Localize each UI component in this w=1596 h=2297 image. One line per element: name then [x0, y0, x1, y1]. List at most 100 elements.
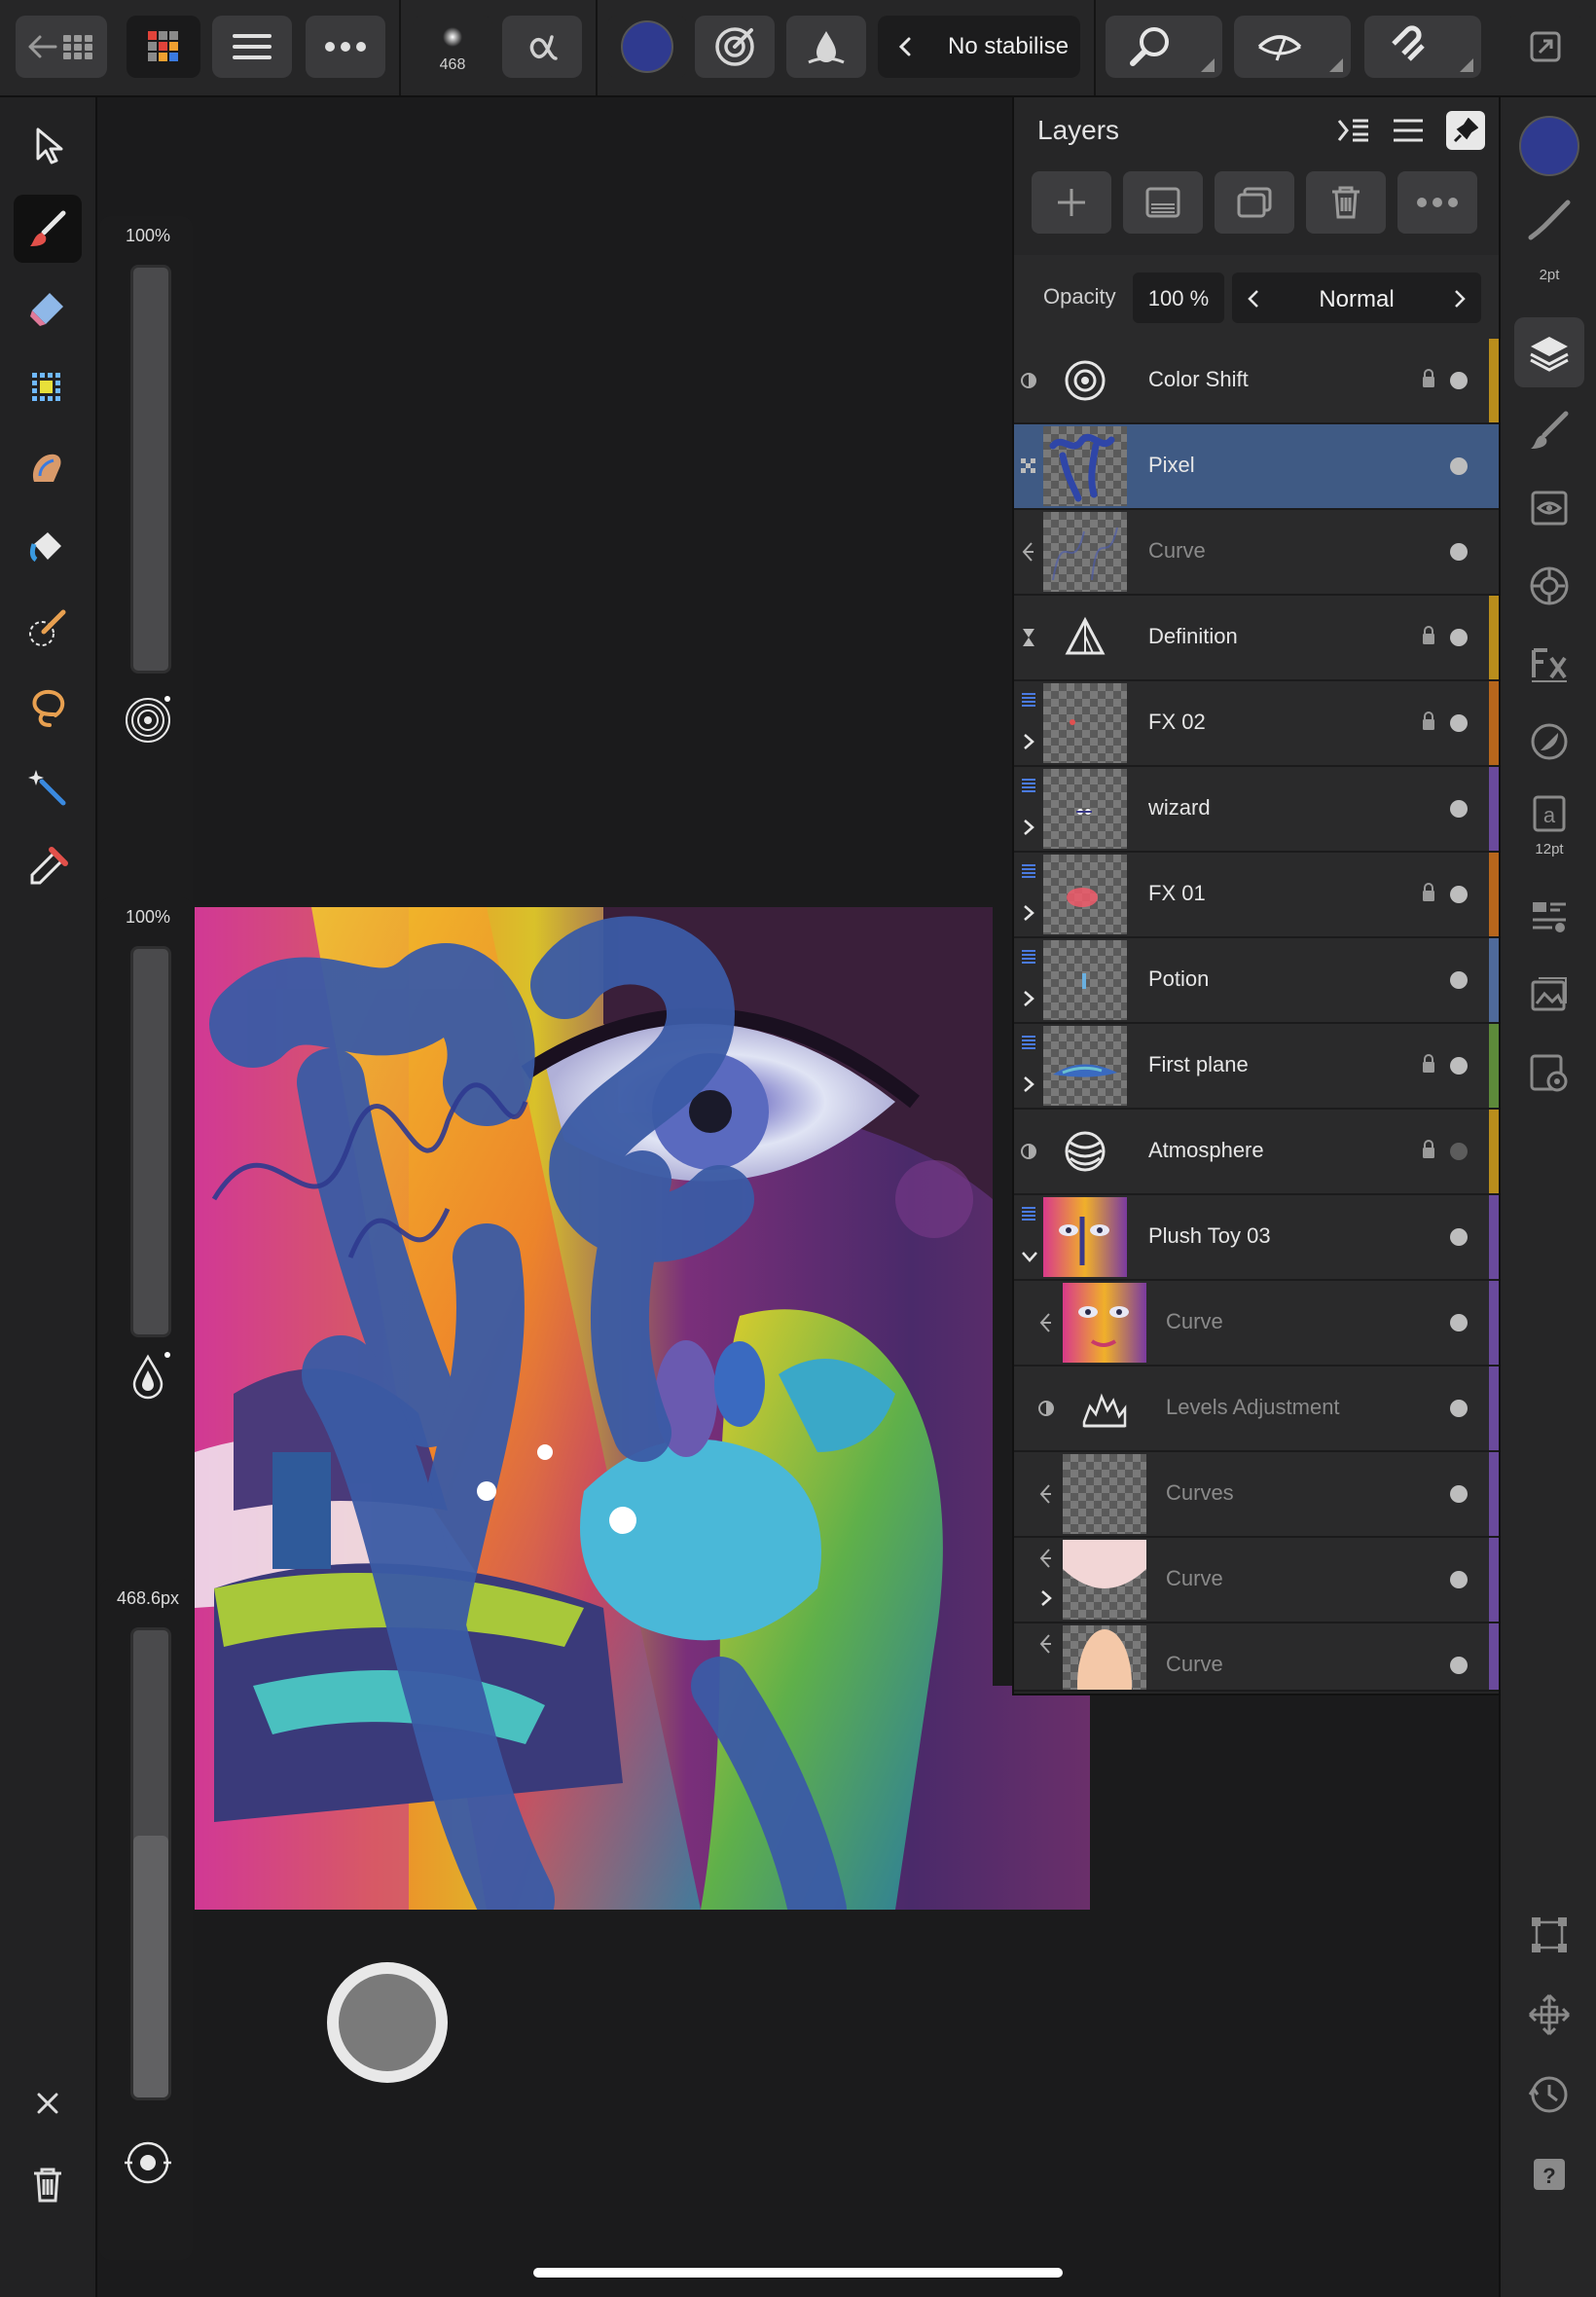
history-panel-button[interactable] [1514, 2060, 1584, 2130]
layer-row[interactable]: Levels Adjustment [1014, 1367, 1501, 1452]
pressure-icon[interactable] [123, 2137, 173, 2188]
visibility-toggle[interactable] [1450, 886, 1468, 903]
freehand-selection-tool[interactable] [14, 674, 82, 742]
layer-row[interactable]: FX 01 [1014, 853, 1501, 938]
more-button[interactable] [306, 16, 385, 78]
layers-panel-button[interactable] [1514, 317, 1584, 387]
assistant-button[interactable] [1234, 16, 1351, 78]
visibility-toggle[interactable] [1450, 1400, 1468, 1417]
expand-chevron-icon[interactable] [1020, 989, 1037, 1008]
lock-icon[interactable] [1421, 368, 1436, 389]
macros-panel-button[interactable] [1514, 1038, 1584, 1108]
persona-switch-button[interactable] [127, 16, 200, 78]
layer-row[interactable]: Curve [1014, 1623, 1501, 1692]
blend-mode-select[interactable]: Normal [1232, 273, 1481, 323]
lock-icon[interactable] [1421, 882, 1436, 903]
add-mask-button[interactable] [1123, 171, 1203, 234]
layer-row[interactable]: First plane [1014, 1024, 1501, 1110]
expand-chevron-icon[interactable] [1020, 903, 1037, 923]
move-tool[interactable] [14, 111, 82, 179]
layer-row[interactable]: Curves [1014, 1452, 1501, 1538]
erase-brush-tool[interactable] [14, 274, 82, 343]
brush-options-button[interactable] [502, 16, 582, 78]
visibility-toggle[interactable] [1450, 543, 1468, 561]
flow-drop-icon[interactable] [123, 1351, 173, 1402]
opacity-field[interactable]: 100 % [1133, 273, 1224, 323]
layer-row[interactable]: Curve [1014, 510, 1501, 596]
visibility-toggle[interactable] [1450, 1143, 1468, 1160]
lock-icon[interactable] [1421, 1053, 1436, 1075]
opacity-slider[interactable] [130, 265, 171, 674]
layer-more-button[interactable] [1397, 171, 1477, 234]
layer-row[interactable]: FX 02 [1014, 681, 1501, 767]
fx-panel-button[interactable] [1514, 629, 1584, 699]
back-to-gallery-button[interactable] [16, 16, 107, 78]
styles-panel-button[interactable] [1514, 707, 1584, 777]
wet-paint-button[interactable] [786, 16, 866, 78]
magic-wand-tool[interactable] [14, 753, 82, 821]
zoom-tool-button[interactable] [1106, 16, 1222, 78]
visibility-toggle[interactable] [1450, 629, 1468, 646]
stabiliser-dropdown[interactable]: No stabilise [878, 16, 1080, 78]
adjustments-panel-button[interactable] [1514, 551, 1584, 621]
fullscreen-button[interactable] [1506, 16, 1584, 78]
close-button[interactable] [14, 2069, 82, 2137]
visibility-toggle[interactable] [1450, 800, 1468, 818]
expand-chevron-icon[interactable] [1020, 1075, 1037, 1094]
document-canvas[interactable] [195, 907, 1090, 1910]
brush-preset-button[interactable]: 468 [413, 16, 492, 78]
visibility-toggle[interactable] [1450, 1314, 1468, 1331]
text-styles-panel-button[interactable]: a [1514, 784, 1584, 843]
collapse-panel-icon[interactable] [1335, 115, 1372, 146]
lock-icon[interactable] [1421, 625, 1436, 646]
visibility-toggle[interactable] [1450, 1485, 1468, 1503]
flow-slider[interactable] [130, 946, 171, 1337]
panel-menu-icon[interactable] [1392, 117, 1425, 144]
color-picker-tool[interactable] [14, 833, 82, 901]
lock-icon[interactable] [1421, 1139, 1436, 1160]
layer-row[interactable]: Pixel [1014, 424, 1501, 510]
pixel-tool[interactable] [14, 354, 82, 422]
brushes-panel-button[interactable] [1514, 395, 1584, 465]
snapping-button[interactable] [1364, 16, 1481, 78]
wet-edges-button[interactable] [695, 16, 775, 78]
layer-row[interactable]: Potion [1014, 938, 1501, 1024]
navigator-move-button[interactable] [1514, 1980, 1584, 2050]
visibility-toggle[interactable] [1450, 714, 1468, 732]
layer-row[interactable]: Color Shift [1014, 339, 1501, 424]
layer-row[interactable]: Curve [1014, 1538, 1501, 1623]
color-panel-button[interactable] [1514, 111, 1584, 181]
layer-row[interactable]: Atmosphere [1014, 1110, 1501, 1195]
navigator-panel-button[interactable] [1514, 882, 1584, 952]
visibility-toggle[interactable] [1450, 1571, 1468, 1588]
quick-action-button[interactable] [327, 1962, 448, 2083]
expand-chevron-icon[interactable] [1020, 818, 1037, 837]
layer-row[interactable]: Definition [1014, 596, 1501, 681]
visibility-toggle[interactable] [1450, 971, 1468, 989]
layer-row[interactable]: Plush Toy 03 [1014, 1195, 1501, 1281]
delete-button[interactable] [14, 2151, 82, 2219]
stroke-panel-button[interactable] [1514, 191, 1584, 249]
delete-layer-button[interactable] [1306, 171, 1386, 234]
paint-brush-tool[interactable] [14, 195, 82, 263]
expand-chevron-icon[interactable] [1037, 1588, 1055, 1608]
selection-brush-tool[interactable] [14, 594, 82, 662]
hardness-icon[interactable] [123, 695, 173, 746]
group-layers-button[interactable] [1215, 171, 1294, 234]
visibility-toggle[interactable] [1450, 372, 1468, 389]
smudge-tool[interactable] [14, 434, 82, 502]
layer-row[interactable]: wizard [1014, 767, 1501, 853]
visibility-toggle[interactable] [1450, 1057, 1468, 1075]
transform-panel-button[interactable] [1514, 1900, 1584, 1970]
menu-button[interactable] [212, 16, 292, 78]
pin-panel-button[interactable] [1446, 111, 1485, 150]
expand-chevron-icon[interactable] [1020, 732, 1037, 751]
collapse-chevron-icon[interactable] [1020, 1248, 1039, 1265]
lock-icon[interactable] [1421, 711, 1436, 732]
flood-fill-tool[interactable] [14, 514, 82, 582]
layer-row[interactable]: Curve [1014, 1281, 1501, 1367]
visibility-toggle[interactable] [1450, 1228, 1468, 1246]
channels-panel-button[interactable] [1514, 473, 1584, 543]
visibility-toggle[interactable] [1450, 1657, 1468, 1674]
current-color-button[interactable] [607, 16, 687, 78]
